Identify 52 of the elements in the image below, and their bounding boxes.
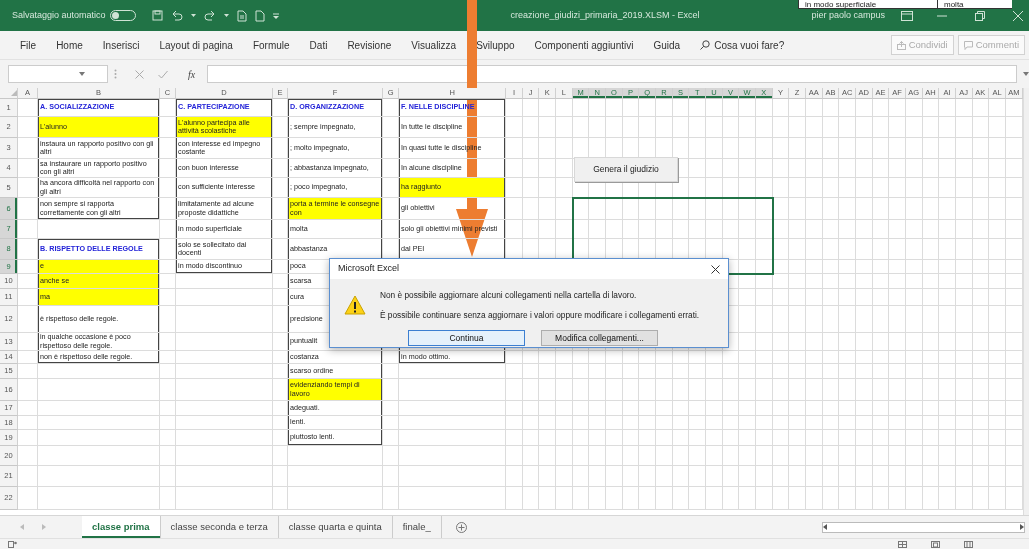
scroll-right-icon[interactable]	[1020, 524, 1024, 530]
sheet-tab[interactable]: classe prima	[82, 516, 161, 538]
menu-tab[interactable]: Sviluppo	[476, 35, 515, 55]
page-break-icon[interactable]	[964, 540, 973, 548]
ribbon-display-icon[interactable]	[901, 10, 913, 21]
user-name: pier paolo campus	[811, 9, 885, 22]
comment-icon	[963, 40, 973, 50]
menu-tab[interactable]: Dati	[309, 35, 328, 55]
macro-record-icon[interactable]	[8, 540, 17, 548]
menu-tab[interactable]: Inserisci	[102, 35, 140, 55]
restore-icon[interactable]	[975, 10, 985, 21]
close-icon[interactable]	[711, 264, 720, 274]
share-icon	[896, 40, 906, 50]
page-layout-icon[interactable]	[931, 540, 940, 548]
document-icon[interactable]	[254, 9, 265, 22]
menu-tab[interactable]: Revisione	[347, 35, 392, 55]
customize-caret-icon[interactable]	[272, 12, 279, 19]
enter-check-icon[interactable]	[158, 69, 168, 79]
cell-text: in modo superficiale	[798, 0, 937, 8]
menu-tab[interactable]: Formule	[252, 35, 290, 55]
menu-tab[interactable]: File	[20, 35, 37, 55]
menu-tab[interactable]: Guida	[653, 35, 681, 55]
search-icon[interactable]	[700, 40, 711, 50]
cancel-icon[interactable]	[135, 69, 144, 79]
horizontal-scrollbar[interactable]	[822, 521, 1025, 533]
document-icon[interactable]	[236, 9, 247, 22]
warning-icon	[344, 295, 366, 315]
caret-icon[interactable]	[190, 13, 196, 18]
menu-tab[interactable]: Componenti aggiuntivi	[534, 35, 634, 55]
generate-button[interactable]: Genera il giudizio	[574, 157, 678, 182]
caret-icon	[79, 72, 85, 76]
cell-text: molta	[937, 0, 1012, 8]
save-icon[interactable]	[151, 10, 163, 21]
undo-icon[interactable]	[170, 10, 183, 21]
tell-me-search[interactable]: Cosa vuoi fare?	[714, 35, 785, 55]
autosave-label: Salvataggio automatico	[12, 8, 106, 22]
vertical-scrollbar[interactable]	[1023, 88, 1029, 515]
menu-tab[interactable]: Layout di pagina	[159, 35, 233, 55]
grip-dots-icon	[114, 69, 117, 79]
dialog-button[interactable]: Continua	[408, 329, 525, 346]
add-sheet-icon[interactable]	[455, 522, 467, 533]
expand-caret-icon[interactable]	[1023, 72, 1029, 76]
menu-tab[interactable]: Visualizza	[411, 35, 457, 55]
window-title: creazione_giudizi_primaria_2019.XLSM - Excel	[509, 8, 701, 22]
menu-tab[interactable]: Home	[56, 35, 83, 55]
normal-view-icon[interactable]	[898, 540, 907, 548]
formula-input[interactable]	[207, 65, 1017, 83]
dialog-button[interactable]: Modifica collegamenti...	[541, 329, 658, 346]
caret-icon[interactable]	[223, 13, 229, 18]
scroll-left-icon[interactable]	[823, 524, 827, 530]
insert-function-button[interactable]: fx	[182, 66, 202, 82]
redo-icon[interactable]	[203, 10, 216, 21]
